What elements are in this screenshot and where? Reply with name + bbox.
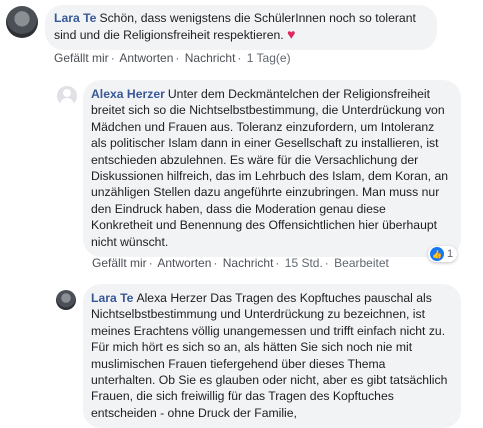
- reply-button[interactable]: Antworten: [119, 51, 173, 65]
- comment-author[interactable]: Lara Te: [91, 291, 133, 305]
- reaction-number: 1: [447, 248, 454, 260]
- like-button[interactable]: Gefällt mir: [54, 51, 109, 65]
- edited-label: Bearbeitet: [334, 256, 389, 270]
- comment-timestamp[interactable]: 1 Tag(e): [247, 51, 291, 65]
- comment-text: Schön, dass wenigstens die SchülerInnen …: [54, 11, 416, 43]
- comment-text: Alexa Herzer Das Tragen des Kopftuches p…: [91, 291, 448, 420]
- message-button[interactable]: Nachricht: [185, 51, 236, 65]
- avatar[interactable]: [6, 6, 38, 38]
- thumbs-up-icon: 👍: [430, 247, 444, 261]
- message-button[interactable]: Nachricht: [223, 256, 274, 270]
- comment-author[interactable]: Lara Te: [54, 11, 96, 25]
- avatar[interactable]: [56, 290, 76, 310]
- comment-text: Unter dem Deckmäntelchen der Religionsfr…: [91, 87, 448, 249]
- comment-author[interactable]: Alexa Herzer: [91, 87, 165, 101]
- comment-actions: Gefällt mir · Antworten · Nachricht · 1 Tag…: [54, 51, 291, 65]
- like-button[interactable]: Gefällt mir: [92, 256, 147, 270]
- heart-emoji: ♥: [287, 26, 296, 43]
- comment-bubble: Lara Te Alexa Herzer Das Tragen des Kopft…: [83, 284, 461, 428]
- comment-actions: Gefällt mir · Antworten · Nachricht · 15 St…: [92, 256, 389, 270]
- reply-button[interactable]: Antworten: [157, 256, 211, 270]
- reaction-count[interactable]: 👍 1: [428, 246, 458, 262]
- comment-bubble: Alexa Herzer Unter dem Deckmäntelchen der…: [83, 80, 461, 258]
- comment-timestamp[interactable]: 15 Std.: [285, 256, 323, 270]
- comment-bubble: Lara Te Schön, dass wenigstens die Schüle…: [45, 5, 437, 50]
- avatar[interactable]: [57, 86, 77, 106]
